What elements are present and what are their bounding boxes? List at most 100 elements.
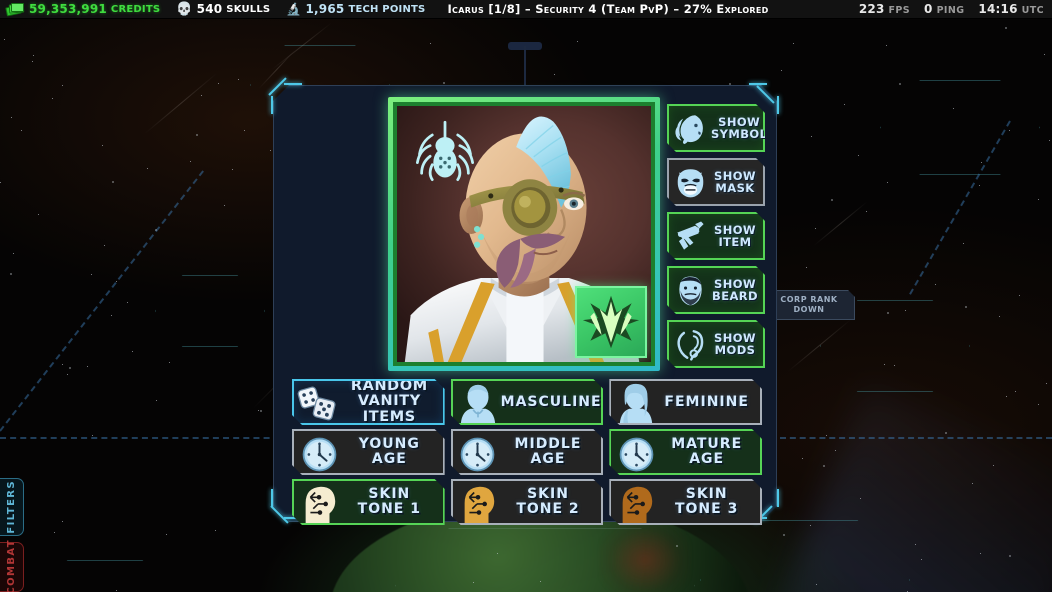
sidebar-tab-filters-label: FILTERS — [6, 480, 17, 534]
option-skin-tone-3-label: SKIN TONE 3 — [659, 487, 754, 517]
option-skin-tone-1-button[interactable]: SKIN TONE 1 — [292, 479, 445, 525]
bearded-face-icon — [672, 271, 708, 309]
head-circuit-icon — [296, 480, 342, 524]
option-random-vanity-items-label: RANDOM VANITY ITEMS — [342, 379, 437, 425]
tech-label: Tech Points — [348, 3, 426, 15]
corp-rank-down-line2: DOWN — [793, 305, 825, 314]
tech-value: 1,965 — [305, 2, 345, 16]
option-young-age-line1: YOUNG — [358, 436, 420, 453]
option-skin-tone-3-button[interactable]: SKIN TONE 3 — [609, 479, 762, 525]
option-masculine-button[interactable]: MASCULINE — [451, 379, 604, 425]
appearance-toggle-list: SHOW SYMBOL SHOW MASK SHOW ITEM SHOW BEARD — [667, 104, 765, 368]
skulls-value: 540 — [196, 2, 223, 16]
toggle-beard-line2: BEARD — [712, 289, 758, 303]
ping-readout: 0 PING — [924, 2, 964, 16]
microscope-icon: 🔬 — [286, 2, 302, 16]
ray-gun-icon — [672, 217, 708, 255]
tech-points-readout: 🔬 1,965 Tech Points — [286, 2, 425, 16]
toggle-item-button[interactable]: SHOW ITEM — [667, 212, 765, 260]
option-skin-tone-3-line1: SKIN — [685, 486, 728, 503]
credits-readout: 59,353,991 Credits — [5, 2, 161, 17]
ear-mods-icon — [672, 325, 708, 363]
option-skin-tone-2-label: SKIN TONE 2 — [501, 487, 596, 517]
skulls-label: Skulls — [226, 3, 271, 15]
dice-icon — [296, 380, 342, 424]
option-feminine-button[interactable]: FEMININE — [609, 379, 762, 425]
mask-face-icon — [672, 163, 708, 201]
lion-head-icon — [672, 109, 708, 147]
character-portrait-frame — [388, 97, 660, 371]
option-young-age-button[interactable]: YOUNG AGE — [292, 429, 445, 475]
credits-value: 59,353,991 — [29, 2, 107, 16]
option-feminine-label: FEMININE — [659, 395, 754, 410]
option-skin-tone-2-line1: SKIN — [527, 486, 569, 503]
male-avatar-icon — [455, 380, 501, 424]
option-random-vanity-items-line2: VANITY ITEMS — [357, 393, 421, 425]
option-middle-age-label: MIDDLE AGE — [501, 437, 596, 467]
performance-readouts: 223 FPS 0 PING 14:16 UTC — [859, 2, 1044, 16]
option-mature-age-line1: MATURE — [671, 436, 743, 453]
toggle-beard-button[interactable]: SHOW BEARD — [667, 266, 765, 314]
toggle-mods-label: SHOW MODS — [711, 332, 759, 356]
mission-status-text: Icarus [1/8] – Security 4 (Team PvP) – 2… — [447, 2, 769, 16]
toggle-beard-label: SHOW BEARD — [711, 278, 759, 302]
sidebar-tab-combat[interactable]: COMBAT — [0, 539, 24, 592]
skulls-readout: 💀 540 Skulls — [176, 2, 270, 16]
option-skin-tone-1-line1: SKIN — [368, 486, 411, 503]
ember-glow — [600, 520, 690, 592]
toggle-mask-button[interactable]: SHOW MASK — [667, 158, 765, 206]
clock-icon — [455, 430, 501, 474]
spider-icon — [415, 120, 475, 182]
head-circuit-icon — [455, 480, 501, 524]
sidebar-tab-filters[interactable]: FILTERS — [0, 478, 24, 536]
fps-value: 223 — [858, 2, 885, 16]
option-skin-tone-2-button[interactable]: SKIN TONE 2 — [451, 479, 604, 525]
toggle-symbol-line2: SYMBOL — [711, 127, 768, 141]
option-skin-tone-2-line2: TONE 2 — [516, 501, 580, 517]
option-middle-age-line2: AGE — [530, 451, 566, 467]
money-icon — [5, 3, 25, 17]
credits-label: Credits — [110, 3, 161, 15]
option-middle-age-button[interactable]: MIDDLE AGE — [451, 429, 604, 475]
toggle-mask-label: SHOW MASK — [711, 170, 759, 194]
top-status-bar: 59,353,991 Credits 💀 540 Skulls 🔬 1,965 … — [0, 0, 1052, 19]
option-mature-age-line2: AGE — [689, 451, 725, 467]
sidebar-tab-combat-label: COMBAT — [6, 539, 17, 592]
option-mature-age-button[interactable]: MATURE AGE — [609, 429, 762, 475]
female-avatar-icon — [613, 380, 659, 424]
appearance-option-grid: RANDOM VANITY ITEMS MASCULINE FEMININE YO… — [292, 379, 762, 525]
clock-icon — [296, 430, 342, 474]
planet-grid-overlay — [395, 528, 695, 592]
toggle-mods-button[interactable]: SHOW MODS — [667, 320, 765, 368]
clock-readout: 14:16 UTC — [978, 2, 1044, 16]
clock-icon — [613, 430, 659, 474]
ping-value: 0 — [924, 2, 933, 16]
head-circuit-icon — [613, 480, 659, 524]
ping-label: PING — [936, 5, 965, 16]
option-feminine-line1: FEMININE — [664, 393, 749, 410]
option-mature-age-label: MATURE AGE — [659, 437, 754, 467]
option-masculine-line1: MASCULINE — [500, 393, 602, 410]
toggle-mask-line2: MASK — [715, 181, 755, 195]
toggle-item-line2: ITEM — [718, 235, 752, 249]
option-random-vanity-items-button[interactable]: RANDOM VANITY ITEMS — [292, 379, 445, 425]
corp-rank-down-line1: CORP RANK — [780, 295, 838, 304]
nebula — [732, 384, 1052, 592]
faction-emblem-icon — [575, 286, 647, 358]
character-portrait — [393, 102, 655, 366]
option-skin-tone-3-line2: TONE 3 — [674, 501, 739, 517]
fps-label: FPS — [888, 5, 910, 16]
option-young-age-label: YOUNG AGE — [342, 437, 437, 467]
toggle-mods-line2: MODS — [714, 343, 756, 357]
game-screen: 59,353,991 Credits 💀 540 Skulls 🔬 1,965 … — [0, 0, 1052, 592]
option-skin-tone-1-label: SKIN TONE 1 — [342, 487, 437, 517]
clock-value: 14:16 — [978, 2, 1018, 16]
option-skin-tone-1-line2: TONE 1 — [357, 501, 421, 517]
toggle-item-label: SHOW ITEM — [711, 224, 759, 248]
option-middle-age-line1: MIDDLE — [514, 436, 582, 453]
clock-label: UTC — [1021, 5, 1044, 16]
toggle-symbol-button[interactable]: SHOW SYMBOL — [667, 104, 765, 152]
toggle-symbol-label: SHOW SYMBOL — [711, 116, 767, 140]
option-young-age-line2: AGE — [371, 451, 407, 467]
fps-readout: 223 FPS — [859, 2, 910, 16]
